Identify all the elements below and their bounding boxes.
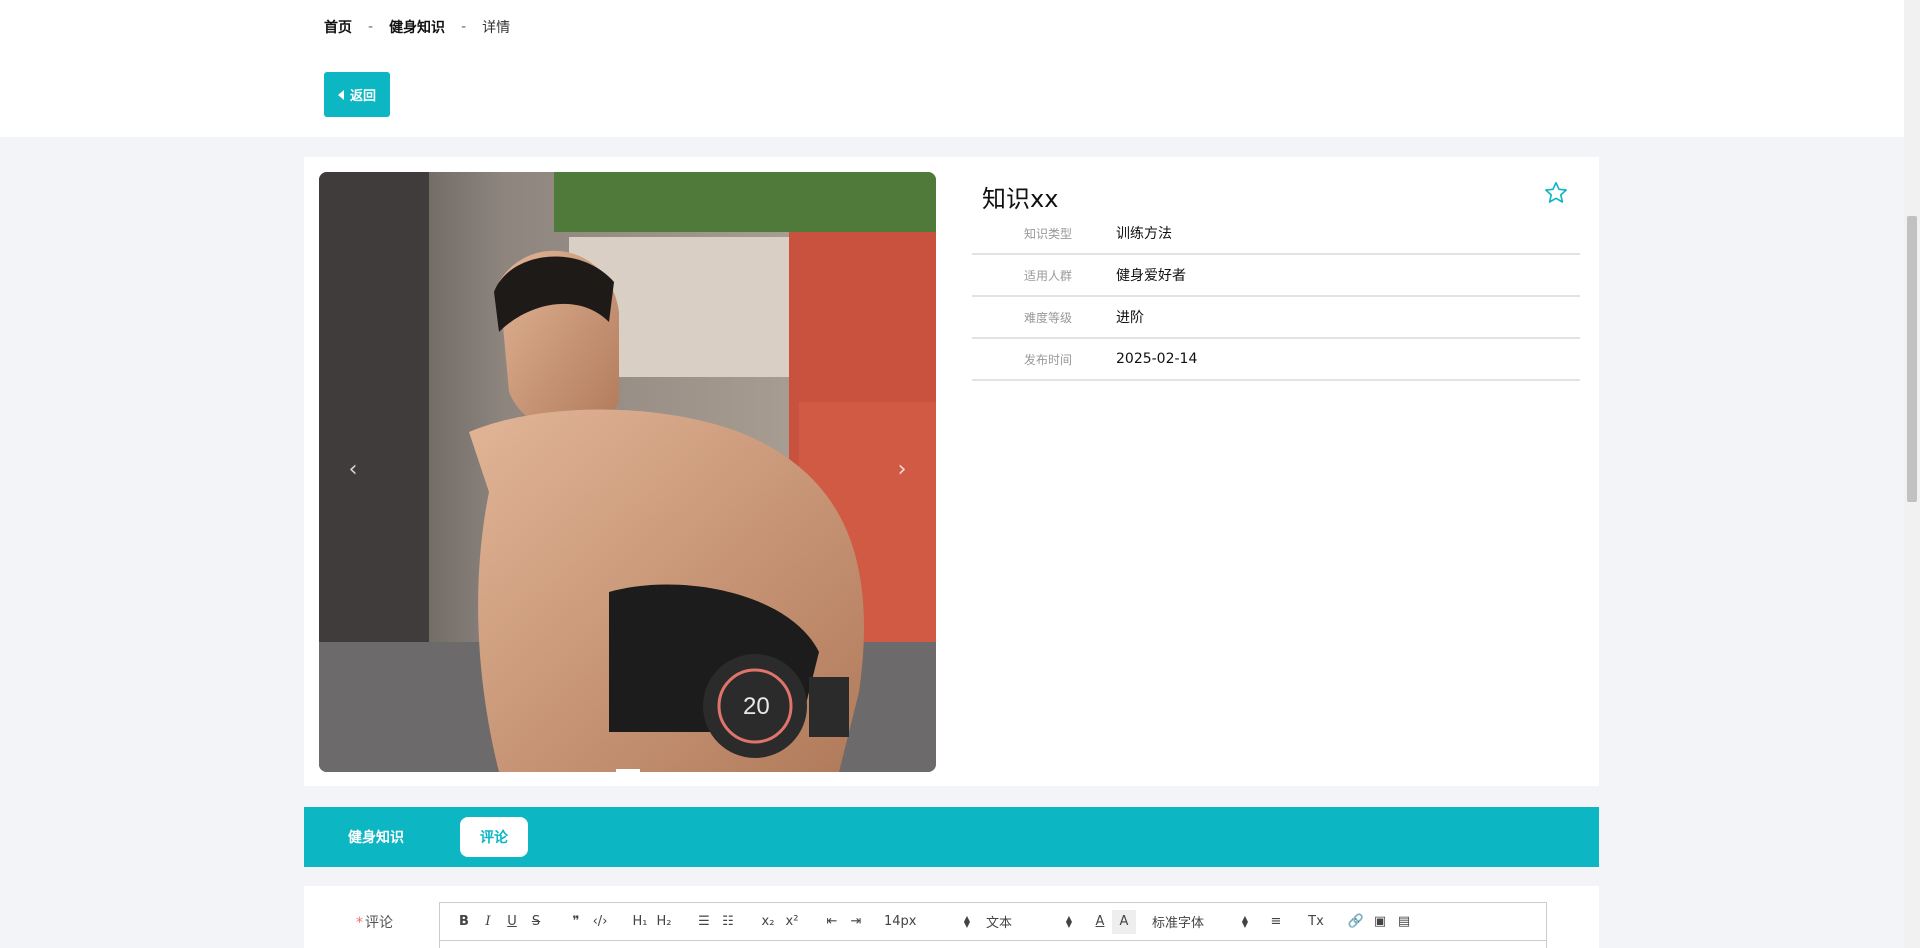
video-button[interactable]: ▤ (1392, 910, 1416, 934)
carousel-indicators (319, 769, 936, 772)
required-mark: * (356, 915, 363, 931)
scrollbar-thumb[interactable] (1907, 216, 1917, 502)
caret-left-icon (337, 89, 344, 100)
breadcrumb: 首页 - 健身知识 - 详情 (324, 17, 510, 37)
header-2-button[interactable]: H₂ (652, 910, 676, 934)
breadcrumb-current: 详情 (482, 20, 511, 36)
carousel-dot[interactable] (615, 769, 640, 772)
subscript-button[interactable]: x₂ (756, 910, 780, 934)
comment-field-label: * 评论 (356, 912, 393, 932)
info-label: 适用人群 (1023, 268, 1072, 283)
select-arrows-icon: ▲ ▼ (963, 913, 970, 929)
font-family-select[interactable]: 标准字体 ▲ ▼ (1152, 912, 1248, 931)
star-outline-icon[interactable] (1543, 180, 1569, 206)
code-button[interactable]: ‹/› (588, 910, 612, 934)
strike-button[interactable]: S (524, 910, 548, 934)
ordered-list-button[interactable]: ☰ (692, 910, 716, 934)
info-value: 2025-02-14 (1116, 351, 1198, 367)
font-size-value: 14px (884, 914, 917, 929)
info-row-audience: 适用人群 健身爱好者 (972, 255, 1580, 297)
top-header: 首页 - 健身知识 - 详情 返回 (0, 0, 1904, 137)
carousel-prev-button[interactable]: ‹ (338, 454, 368, 484)
detail-tabs: 健身知识 评论 (304, 807, 1599, 867)
indent-button[interactable]: ⇥ (844, 910, 868, 934)
editor-toolbar: B I U S ❞ ‹/› H₁ H₂ ☰ ☷ x₂ x² ⇤ ⇥ 14px ▲… (440, 903, 1546, 941)
info-label: 发布时间 (1023, 352, 1072, 367)
header-format-select[interactable]: 文本 ▲ ▼ (986, 912, 1072, 931)
select-arrows-icon: ▲ ▼ (1241, 913, 1248, 929)
info-label: 知识类型 (1023, 226, 1072, 241)
carousel-next-button[interactable]: › (887, 454, 917, 484)
comment-panel: * 评论 B I U S ❞ ‹/› H₁ H₂ ☰ ☷ x₂ x² ⇤ ⇥ 14… (304, 886, 1599, 948)
breadcrumb-section[interactable]: 健身知识 (389, 17, 445, 37)
info-row-type: 知识类型 训练方法 (972, 213, 1580, 255)
image-carousel[interactable]: 20 ‹ › (319, 172, 936, 772)
clear-format-button[interactable]: Tx (1304, 910, 1328, 934)
info-label: 难度等级 (1023, 310, 1072, 325)
font-size-select[interactable]: 14px ▲ ▼ (884, 914, 970, 929)
blockquote-button[interactable]: ❞ (564, 910, 588, 934)
detail-card: 20 ‹ › 知识xx 知识类型 训练方法 适用人群 健身爱好者 难度等级 进阶… (304, 157, 1599, 786)
breadcrumb-separator: - (461, 19, 467, 35)
background-color-button[interactable]: A (1112, 909, 1136, 934)
align-button[interactable]: ≡ (1264, 910, 1288, 934)
outdent-button[interactable]: ⇤ (820, 910, 844, 934)
back-button-label: 返回 (349, 89, 376, 104)
italic-button[interactable]: I (476, 910, 500, 934)
comment-label-text: 评论 (365, 915, 393, 931)
fitness-photo: 20 (319, 172, 936, 772)
bullet-list-button[interactable]: ☷ (716, 910, 740, 934)
tab-comment[interactable]: 评论 (460, 817, 528, 857)
tab-knowledge[interactable]: 健身知识 (334, 817, 418, 857)
header-format-value: 文本 (986, 916, 1013, 931)
underline-button[interactable]: U (500, 910, 524, 934)
image-button[interactable]: ▣ (1368, 910, 1392, 934)
page-title: 知识xx (982, 185, 1059, 213)
info-row-difficulty: 难度等级 进阶 (972, 297, 1580, 339)
svg-text:20: 20 (743, 693, 770, 720)
detail-info-list: 知识类型 训练方法 适用人群 健身爱好者 难度等级 进阶 发布时间 2025-0… (972, 213, 1580, 381)
comment-rich-text-editor[interactable]: B I U S ❞ ‹/› H₁ H₂ ☰ ☷ x₂ x² ⇤ ⇥ 14px ▲… (439, 902, 1547, 948)
superscript-button[interactable]: x² (780, 910, 804, 934)
text-color-button[interactable]: A (1088, 910, 1112, 934)
header-1-button[interactable]: H₁ (628, 910, 652, 934)
info-value: 进阶 (1116, 310, 1144, 326)
info-value: 训练方法 (1116, 226, 1172, 242)
breadcrumb-home[interactable]: 首页 (324, 17, 352, 37)
link-button[interactable]: 🔗 (1344, 910, 1368, 934)
font-family-value: 标准字体 (1152, 916, 1205, 931)
back-button[interactable]: 返回 (324, 72, 390, 117)
select-arrows-icon: ▲ ▼ (1065, 913, 1072, 929)
info-value: 健身爱好者 (1116, 268, 1186, 284)
page-scrollbar[interactable] (1904, 0, 1920, 948)
breadcrumb-separator: - (368, 19, 374, 35)
bold-button[interactable]: B (452, 910, 476, 934)
info-row-publish-date: 发布时间 2025-02-14 (972, 339, 1580, 381)
